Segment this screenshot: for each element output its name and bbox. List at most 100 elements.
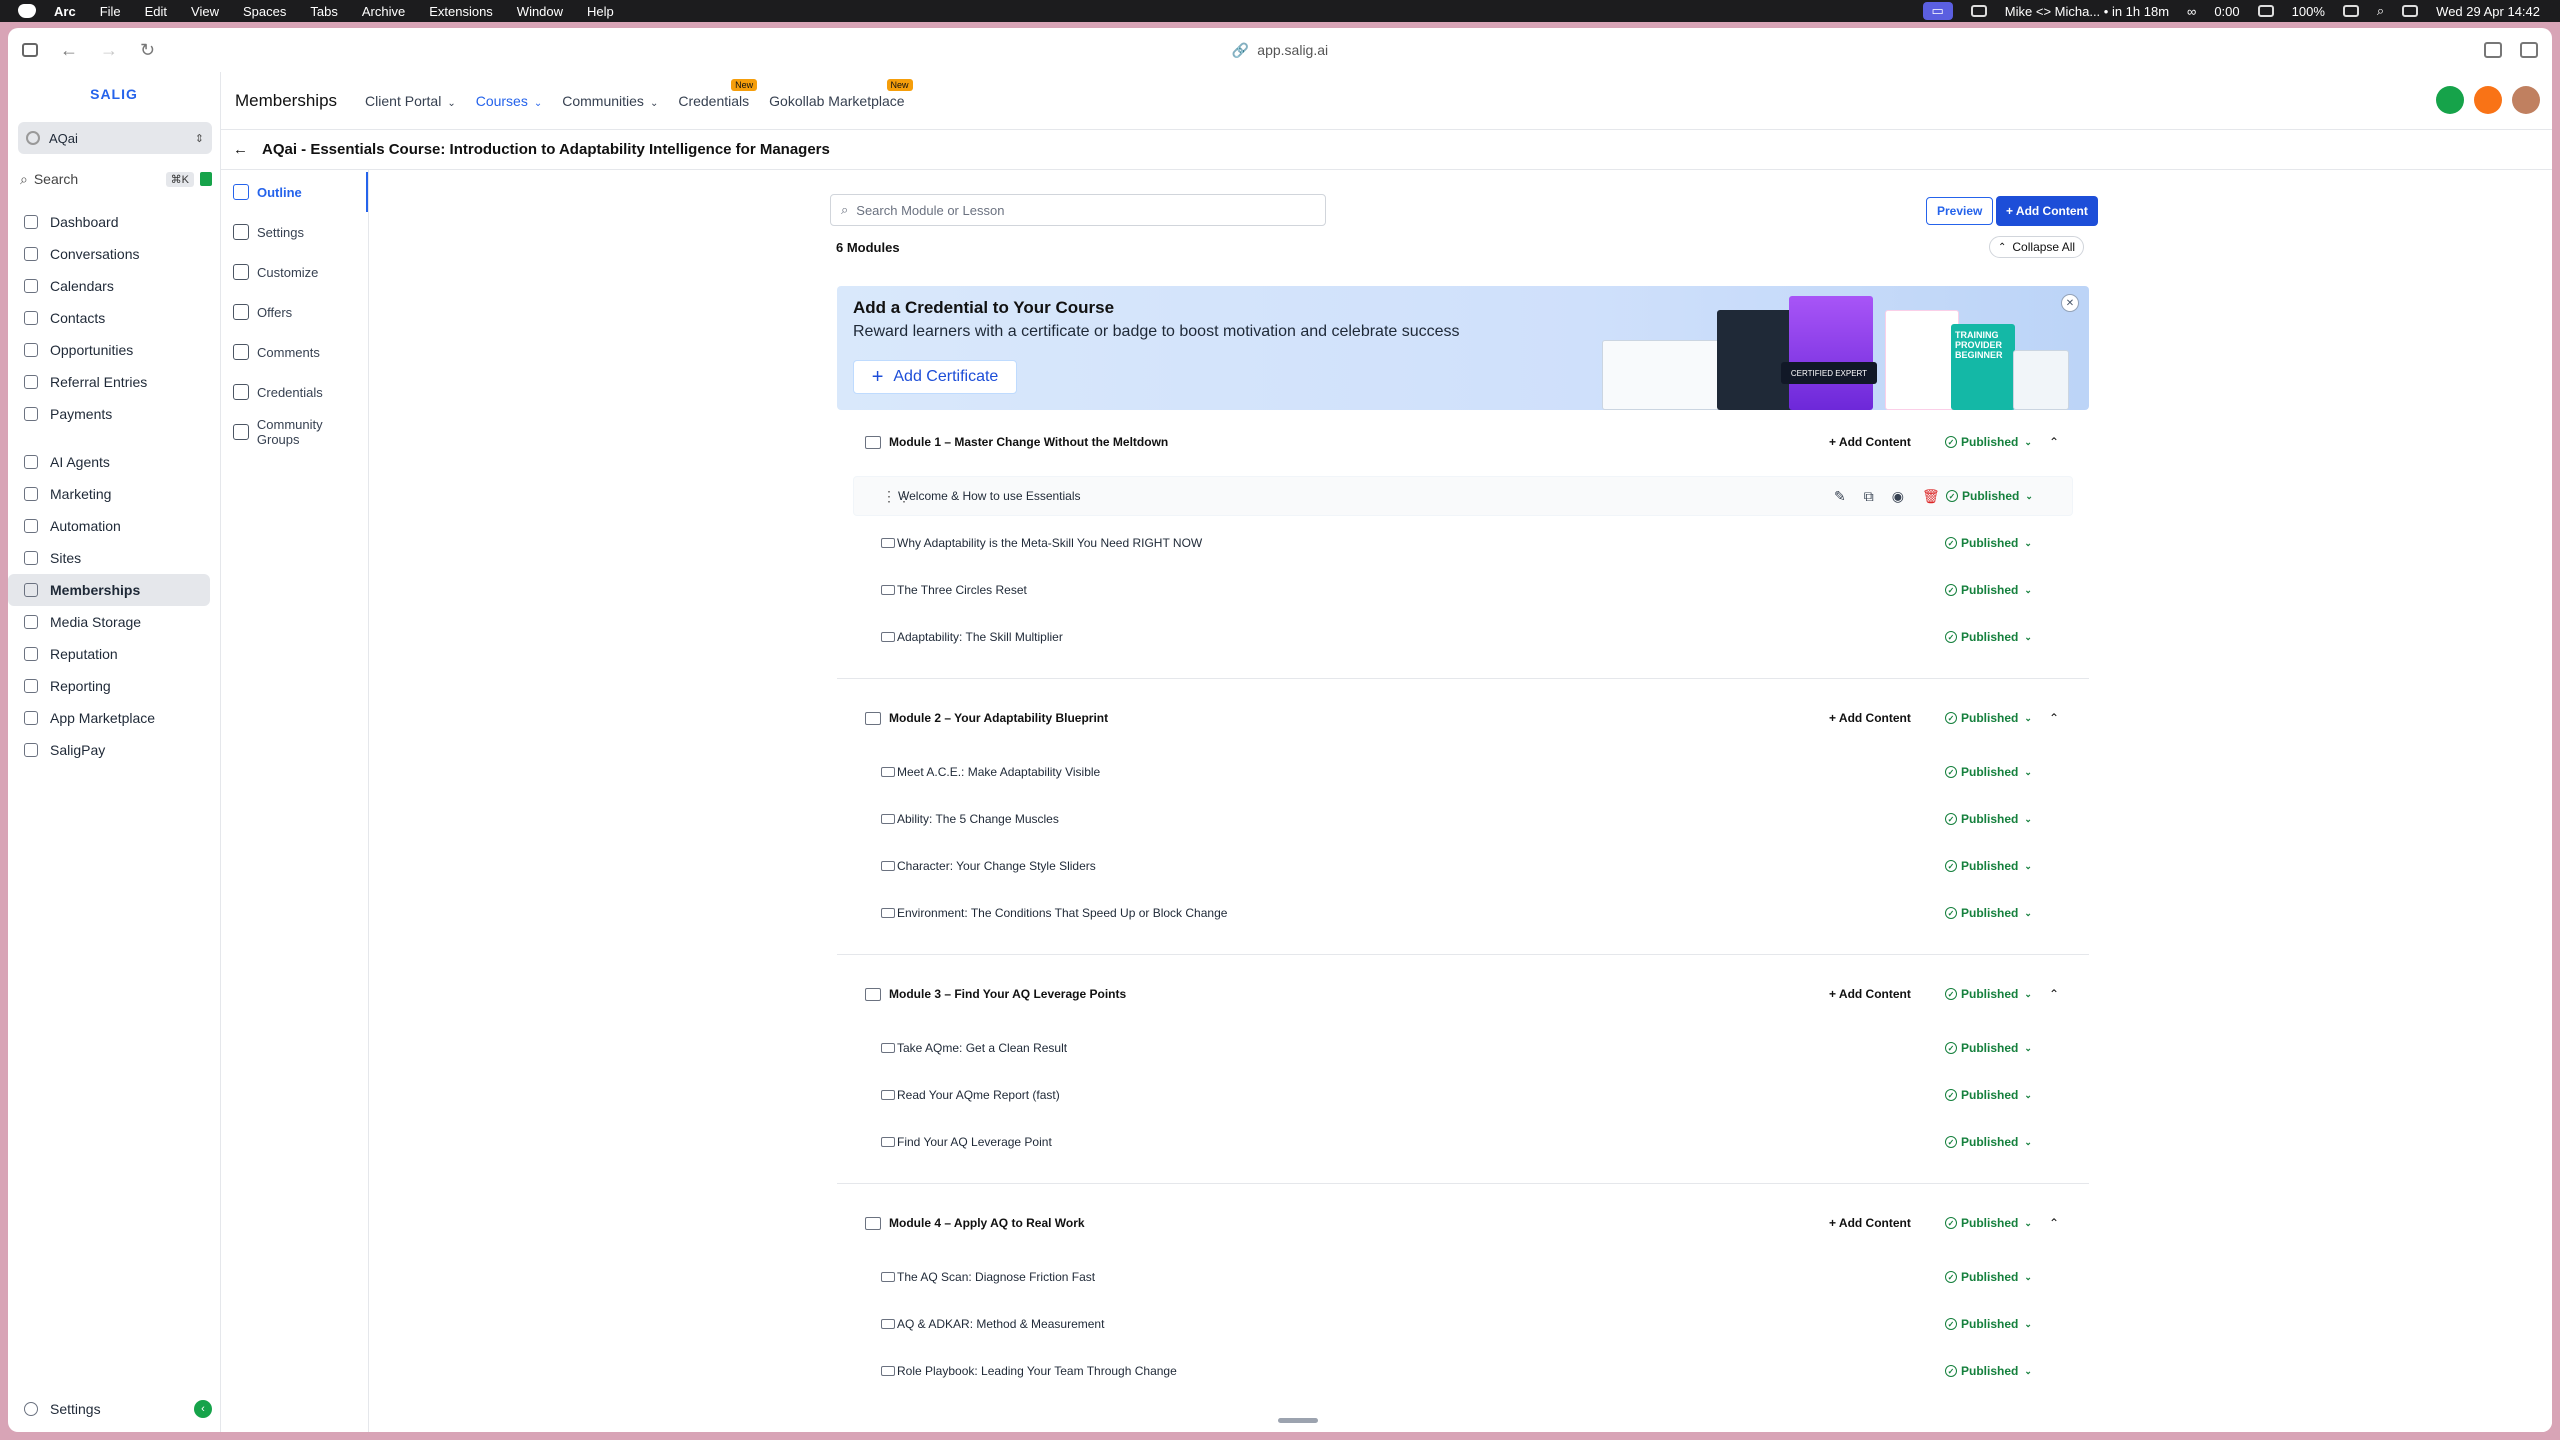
control-center-icon[interactable] bbox=[2402, 5, 2419, 17]
module-header[interactable]: Module 3 – Find Your AQ Leverage Points +… bbox=[837, 974, 2089, 1014]
tab-courses[interactable]: Courses ⌄ bbox=[476, 93, 543, 109]
url-text[interactable]: app.salig.ai bbox=[1257, 42, 1328, 58]
close-icon[interactable]: ✕ bbox=[2061, 294, 2079, 312]
menu-extensions[interactable]: Extensions bbox=[429, 4, 493, 19]
status-badge[interactable]: ✓ Published ⌄ bbox=[1946, 489, 2033, 503]
sidebar-item-contacts[interactable]: Contacts bbox=[8, 302, 210, 334]
sidebar-item-memberships[interactable]: Memberships bbox=[8, 574, 210, 606]
collapse-all-button[interactable]: ⌃ Collapse All bbox=[1989, 236, 2085, 258]
calendar-event[interactable]: Mike <> Micha... • in 1h 18m bbox=[2005, 4, 2169, 19]
reload-icon[interactable]: ↻ bbox=[140, 40, 155, 61]
status-badge[interactable]: ✓ Published ⌄ bbox=[1945, 906, 2032, 920]
eye-icon[interactable]: ◉ bbox=[1892, 488, 1904, 505]
lesson-row[interactable]: Find Your AQ Leverage Point ✓ Published ⌄ bbox=[853, 1122, 2073, 1162]
phone-icon[interactable] bbox=[2436, 86, 2464, 114]
status-badge[interactable]: ✓ Published ⌄ bbox=[1945, 859, 2032, 873]
status-badge[interactable]: ✓ Published ⌄ bbox=[1945, 1317, 2032, 1331]
account-switcher[interactable]: AQai ⇕ bbox=[18, 122, 212, 154]
tab-gokollab-marketplace[interactable]: Gokollab Marketplace New bbox=[769, 78, 913, 109]
avatar[interactable] bbox=[2512, 86, 2540, 114]
lesson-row[interactable]: Character: Your Change Style Sliders ✓ Pub… bbox=[853, 846, 2073, 886]
module-add-content-button[interactable]: + Add Content bbox=[1829, 1216, 1911, 1230]
battery-icon[interactable] bbox=[2342, 5, 2359, 17]
sidebar-item-referral-entries[interactable]: Referral Entries bbox=[8, 366, 210, 398]
status-badge[interactable]: ✓ Published ⌄ bbox=[1945, 1216, 2032, 1230]
sidebar-item-conversations[interactable]: Conversations bbox=[8, 238, 210, 270]
lesson-row[interactable]: Meet A.C.E.: Make Adaptability Visible ✓ P… bbox=[853, 752, 2073, 792]
lesson-row[interactable]: The Three Circles Reset ✓ Published ⌄ bbox=[853, 570, 2073, 610]
sidebar-toggle-icon[interactable] bbox=[22, 43, 38, 57]
sidebar-item-ai-agents[interactable]: AI Agents bbox=[8, 446, 210, 478]
sidebar-item-media-storage[interactable]: Media Storage bbox=[8, 606, 210, 638]
wifi-icon[interactable] bbox=[2257, 5, 2274, 17]
status-badge[interactable]: ✓ Published ⌄ bbox=[1945, 1041, 2032, 1055]
module-header[interactable]: Module 4 – Apply AQ to Real Work + Add Co… bbox=[837, 1203, 2089, 1243]
status-badge[interactable]: ✓ Published ⌄ bbox=[1945, 812, 2032, 826]
search-icon[interactable] bbox=[1970, 5, 1987, 17]
chevron-up-icon[interactable]: ⌃ bbox=[2049, 435, 2059, 449]
add-content-button[interactable]: + Add Content bbox=[1996, 196, 2098, 226]
subnav-comments[interactable]: Comments bbox=[221, 332, 368, 372]
module-search-input[interactable]: ⌕ Search Module or Lesson bbox=[830, 194, 1326, 226]
back-icon[interactable]: ← bbox=[60, 40, 78, 61]
sidebar-settings[interactable]: Settings ‹ bbox=[8, 1400, 220, 1418]
collapse-sidebar-icon[interactable]: ‹ bbox=[194, 1400, 212, 1418]
menu-tabs[interactable]: Tabs bbox=[310, 4, 337, 19]
lesson-row[interactable]: Read Your AQme Report (fast) ✓ Published ⌄ bbox=[853, 1075, 2073, 1115]
lesson-row[interactable]: Take AQme: Get a Clean Result ✓ Published ⌄ bbox=[853, 1028, 2073, 1068]
module-add-content-button[interactable]: + Add Content bbox=[1829, 987, 1911, 1001]
status-badge[interactable]: ✓ Published ⌄ bbox=[1945, 987, 2032, 1001]
chevron-up-icon[interactable]: ⌃ bbox=[2049, 987, 2059, 1001]
module-header[interactable]: Module 2 – Your Adaptability Blueprint + … bbox=[837, 698, 2089, 738]
module-add-content-button[interactable]: + Add Content bbox=[1829, 711, 1911, 725]
sidebar-item-payments[interactable]: Payments bbox=[8, 398, 210, 430]
status-badge[interactable]: ✓ Published ⌄ bbox=[1945, 1088, 2032, 1102]
tab-credentials[interactable]: Credentials New bbox=[678, 78, 758, 109]
add-certificate-button[interactable]: + Add Certificate bbox=[853, 360, 1017, 394]
trash-icon[interactable]: 🗑 bbox=[1922, 488, 1940, 505]
menu-help[interactable]: Help bbox=[587, 4, 614, 19]
status-badge[interactable]: ✓ Published ⌄ bbox=[1945, 536, 2032, 550]
status-badge[interactable]: ✓ Published ⌄ bbox=[1945, 711, 2032, 725]
subnav-customize[interactable]: Customize bbox=[221, 252, 368, 292]
apple-icon[interactable] bbox=[18, 4, 36, 18]
subnav-outline[interactable]: Outline bbox=[221, 172, 368, 212]
menu-view[interactable]: View bbox=[191, 4, 219, 19]
sidebar-item-reporting[interactable]: Reporting bbox=[8, 670, 210, 702]
subnav-community-groups[interactable]: Community Groups bbox=[221, 412, 368, 452]
back-arrow-icon[interactable]: ← bbox=[233, 141, 248, 158]
extension-icon[interactable] bbox=[2484, 42, 2502, 58]
chevron-up-icon[interactable]: ⌃ bbox=[2049, 1216, 2059, 1230]
sidebar-search[interactable]: ⌕ Search ⌘K bbox=[20, 168, 212, 190]
timer-icon[interactable]: ∞ bbox=[2187, 4, 2196, 19]
forward-icon[interactable]: → bbox=[100, 40, 118, 61]
menu-spaces[interactable]: Spaces bbox=[243, 4, 286, 19]
pencil-icon[interactable]: ✎ bbox=[1834, 488, 1846, 505]
sidebar-item-saligpay[interactable]: SaligPay bbox=[8, 734, 210, 766]
sidebar-item-dashboard[interactable]: Dashboard bbox=[8, 206, 210, 238]
split-view-icon[interactable] bbox=[2520, 42, 2538, 58]
lesson-row[interactable]: The AQ Scan: Diagnose Friction Fast ✓ Publ… bbox=[853, 1257, 2073, 1297]
tab-client-portal[interactable]: Client Portal ⌄ bbox=[365, 93, 456, 109]
sidebar-item-calendars[interactable]: Calendars bbox=[8, 270, 210, 302]
sidebar-item-opportunities[interactable]: Opportunities bbox=[8, 334, 210, 366]
subnav-credentials[interactable]: Credentials bbox=[221, 372, 368, 412]
sidebar-item-automation[interactable]: Automation bbox=[8, 510, 210, 542]
lesson-row[interactable]: Environment: The Conditions That Speed U… bbox=[853, 893, 2073, 933]
sidebar-item-marketing[interactable]: Marketing bbox=[8, 478, 210, 510]
menu-archive[interactable]: Archive bbox=[362, 4, 405, 19]
preview-button[interactable]: Preview bbox=[1926, 197, 1994, 225]
spotlight-icon[interactable]: ⌕ bbox=[2377, 3, 2384, 19]
sidebar-item-reputation[interactable]: Reputation bbox=[8, 638, 210, 670]
sidebar-item-sites[interactable]: Sites bbox=[8, 542, 210, 574]
status-badge[interactable]: ✓ Published ⌄ bbox=[1945, 1135, 2032, 1149]
screen-share-icon[interactable]: ▭ bbox=[1922, 2, 1953, 20]
notification-icon[interactable] bbox=[2474, 86, 2502, 114]
status-badge[interactable]: ✓ Published ⌄ bbox=[1945, 630, 2032, 644]
status-badge[interactable]: ✓ Published ⌄ bbox=[1945, 1270, 2032, 1284]
clock[interactable]: Wed 29 Apr 14:42 bbox=[2436, 4, 2540, 19]
menu-window[interactable]: Window bbox=[517, 4, 563, 19]
lesson-row[interactable]: Role Playbook: Leading Your Team Through… bbox=[853, 1351, 2073, 1391]
lesson-row[interactable]: Adaptability: The Skill Multiplier ✓ Publi… bbox=[853, 617, 2073, 657]
scrollbar[interactable] bbox=[1278, 1418, 1318, 1423]
